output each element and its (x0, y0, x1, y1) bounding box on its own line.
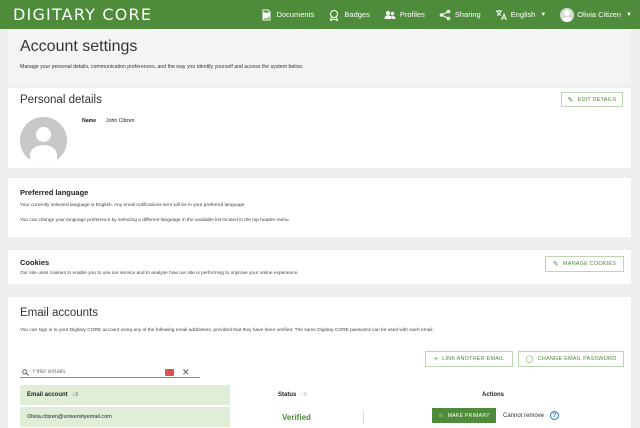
nav-sharing[interactable]: Sharing (439, 9, 481, 21)
badges-icon (330, 9, 339, 21)
edit-details-label: EDIT DETAILS (577, 96, 617, 103)
cannot-remove-text: Cannot remove (503, 412, 545, 419)
sort-icon[interactable]: ↓≡ (300, 392, 307, 398)
filter-emails-field: ✕ (20, 367, 200, 378)
nav-profiles[interactable]: Profiles (384, 9, 425, 21)
language-change-text: You can change your language preference … (20, 218, 290, 223)
column-status-label: Status (278, 392, 297, 398)
profiles-icon (384, 10, 396, 19)
nav-badges-label: Badges (344, 10, 370, 19)
link-another-email-button[interactable]: + LINK ANOTHER EMAIL (425, 351, 513, 367)
sharing-icon (439, 9, 451, 20)
star-icon: ☆ (438, 413, 444, 419)
manage-cookies-button[interactable]: ✎ MANAGE COOKIES (545, 256, 624, 272)
search-icon (22, 368, 29, 376)
language-current-text: Your currently selected language is Engl… (20, 203, 246, 208)
email-cell: Olivia.citizen@universityemail.com (20, 407, 230, 427)
page-title: Account settings (20, 38, 138, 55)
sort-icon[interactable]: ↓≡ (72, 392, 79, 398)
divider (363, 410, 364, 424)
page-header: Account settings Manage your personal de… (8, 29, 631, 85)
nav-sharing-label: Sharing (454, 10, 481, 19)
name-label: Name (82, 118, 97, 124)
column-status[interactable]: Status ↓≡ (278, 385, 307, 405)
nav-documents-label: Documents (276, 10, 315, 19)
logo[interactable]: DIGITARY CORE (13, 5, 152, 24)
manage-cookies-label: MANAGE COOKIES (562, 261, 617, 267)
filter-emails-input[interactable] (33, 369, 163, 375)
cookies-title: Cookies (20, 258, 50, 267)
nav-badges[interactable]: Badges (328, 9, 370, 21)
nav-documents[interactable]: Documents (260, 9, 314, 21)
column-actions: Actions (482, 385, 504, 405)
close-icon[interactable]: ✕ (182, 367, 190, 377)
table-row: Olivia.citizen@universityemail.com Verif… (20, 407, 620, 427)
email-accounts-description: You can sign in to your Digitary CORE ac… (20, 328, 434, 333)
cookies-card: Cookies Our site uses cookies to enable … (8, 250, 631, 284)
email-accounts-card: Email accounts You can sign in to your D… (8, 297, 631, 428)
avatar (560, 7, 575, 22)
user-name: Olivia Citizen (577, 10, 622, 19)
translate-icon (495, 9, 507, 20)
preferred-language-title: Preferred language (20, 188, 89, 197)
top-header: DIGITARY CORE Documents Badges Profiles … (0, 0, 640, 29)
column-email-label: Email account (27, 392, 68, 398)
personal-details-card: Personal details ✎ EDIT DETAILS Name Joh… (8, 88, 631, 168)
change-email-password-label: CHANGE EMAIL PASSWORD (537, 356, 617, 362)
edit-details-button[interactable]: ✎ EDIT DETAILS (561, 92, 623, 107)
column-actions-label: Actions (482, 392, 505, 398)
name-value: John Citizen (106, 118, 135, 124)
profile-avatar (20, 117, 67, 164)
plus-icon: + (433, 355, 439, 363)
documents-icon (262, 9, 271, 20)
shield-icon: ◯ (525, 356, 534, 363)
user-menu[interactable]: Olivia Citizen ▼ (560, 7, 632, 22)
help-icon[interactable]: ? (550, 411, 559, 420)
pencil-icon: ✎ (567, 96, 574, 104)
personal-details-title: Personal details (20, 94, 102, 106)
make-primary-label: MAKE PRIMARY (447, 412, 490, 419)
autofill-badge-icon[interactable] (165, 368, 174, 376)
chevron-down-icon: ▼ (540, 11, 547, 18)
column-email-account[interactable]: Email account ↓≡ (20, 385, 230, 405)
status-badge: Verified (282, 412, 311, 422)
make-primary-button[interactable]: ☆ MAKE PRIMARY (432, 408, 496, 423)
email-accounts-title: Email accounts (20, 307, 98, 319)
page-description: Manage your personal details, communicat… (20, 64, 304, 70)
language-label: English (510, 10, 536, 19)
link-another-email-label: LINK ANOTHER EMAIL (442, 356, 505, 362)
chevron-down-icon: ▼ (626, 11, 632, 18)
preferred-language-card: Preferred language Your currently select… (8, 178, 631, 237)
change-email-password-button[interactable]: ◯ CHANGE EMAIL PASSWORD (518, 351, 624, 367)
email-table-header: Email account ↓≡ Status ↓≡ Actions (20, 385, 620, 405)
header-nav: Documents Badges Profiles Sharing Englis… (246, 0, 632, 29)
language-selector[interactable]: English ▼ (495, 9, 547, 21)
cookies-text: Our site uses cookies to enable you to u… (20, 271, 299, 276)
nav-profiles-label: Profiles (399, 10, 425, 19)
pencil-icon: ✎ (552, 261, 559, 268)
